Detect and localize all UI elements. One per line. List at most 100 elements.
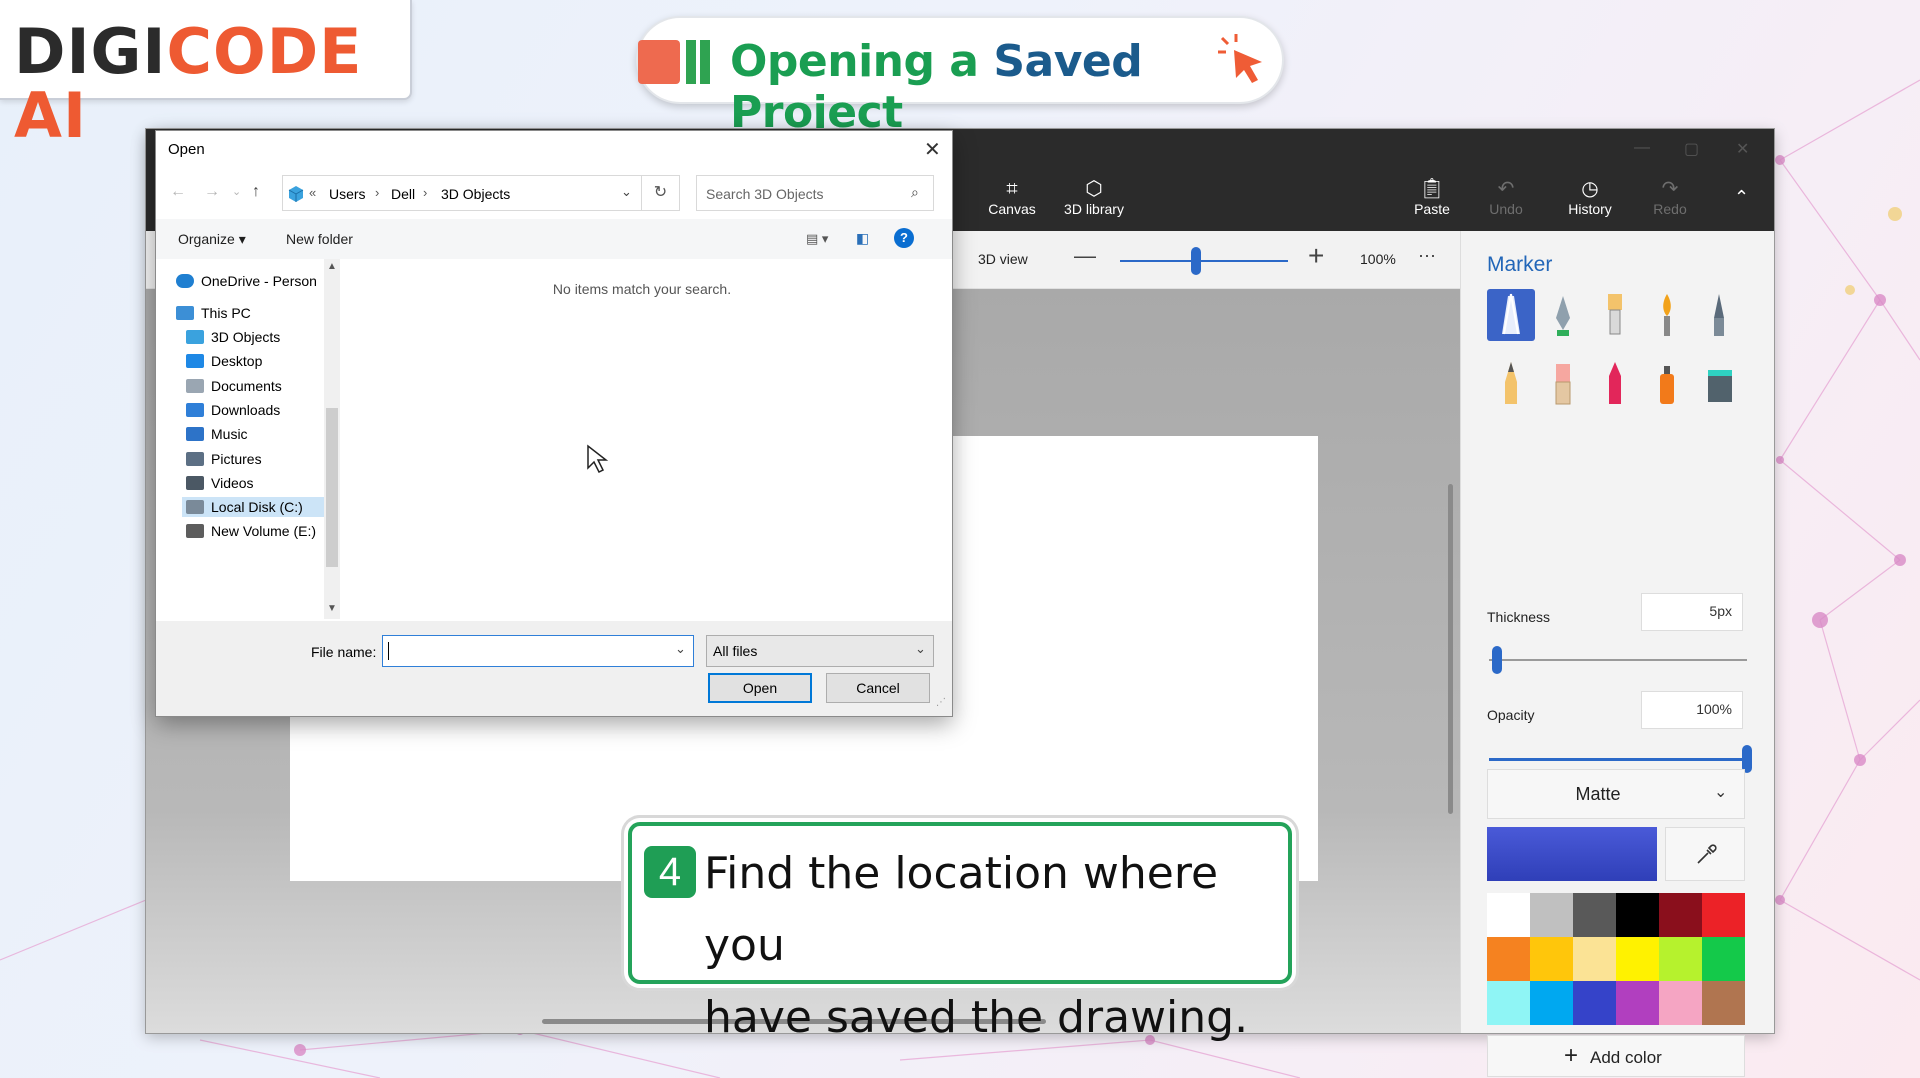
palette-swatch[interactable] <box>1573 893 1616 937</box>
palette-swatch[interactable] <box>1659 937 1702 981</box>
undo-button[interactable]: ↶ Undo <box>1482 177 1530 217</box>
file-name-input[interactable]: ⌄ <box>382 635 694 667</box>
crop-icon: ⌗ <box>1006 178 1018 200</box>
nav-item-3d-objects[interactable]: 3D Objects <box>182 327 324 347</box>
back-arrow-icon[interactable]: ← <box>170 183 186 201</box>
chevron-down-icon[interactable]: ⌄ <box>621 184 632 200</box>
thickness-slider-thumb[interactable] <box>1491 646 1502 674</box>
tool-calligraphy-pen[interactable] <box>1539 289 1587 341</box>
palette-swatch[interactable] <box>1616 937 1659 981</box>
palette-swatch[interactable] <box>1573 937 1616 981</box>
zoom-slider-thumb[interactable] <box>1190 247 1201 275</box>
collapse-ribbon-icon[interactable]: ⌃ <box>1734 187 1749 208</box>
vertical-scrollbar[interactable] <box>1448 484 1453 814</box>
add-color-button[interactable]: + Add color <box>1487 1035 1745 1077</box>
search-placeholder: Search 3D Objects <box>706 186 824 202</box>
palette-swatch[interactable] <box>1616 893 1659 937</box>
thickness-slider-track[interactable] <box>1489 659 1747 661</box>
tool-fill-bucket[interactable] <box>1695 357 1743 409</box>
maximize-icon[interactable]: ▢ <box>1684 139 1699 159</box>
finish-dropdown[interactable]: Matte ⌄ <box>1487 769 1745 819</box>
breadcrumb-overflow[interactable]: « <box>309 185 316 200</box>
selected-color-swatch[interactable] <box>1487 827 1657 881</box>
address-bar[interactable]: « Users › Dell › 3D Objects ⌄ <box>282 175 642 211</box>
tool-marker[interactable] <box>1487 289 1535 341</box>
up-arrow-icon[interactable]: ↑ <box>252 183 260 201</box>
file-type-filter[interactable]: All files ⌄ <box>706 635 934 667</box>
history-button[interactable]: ◷ History <box>1562 177 1618 217</box>
tool-crayon[interactable] <box>1591 357 1639 409</box>
palette-swatch[interactable] <box>1702 893 1745 937</box>
nav-item-local-disk-c[interactable]: Local Disk (C:) <box>182 497 324 517</box>
3d-library-button[interactable]: ⬡ 3D library <box>1058 177 1130 217</box>
tool-oil-brush[interactable] <box>1591 289 1639 341</box>
canvas-button[interactable]: ⌗ Canvas <box>982 177 1042 217</box>
breadcrumb-dell[interactable]: Dell <box>391 186 415 202</box>
breadcrumb-users[interactable]: Users <box>329 186 366 202</box>
nav-scroll-thumb[interactable] <box>326 408 338 567</box>
zoom-out-icon[interactable]: — <box>1074 243 1096 269</box>
window-close-icon[interactable]: ✕ <box>1736 139 1749 159</box>
forward-arrow-icon[interactable]: → <box>204 183 220 201</box>
more-options-icon[interactable]: ··· <box>1418 245 1436 266</box>
palette-swatch[interactable] <box>1487 937 1530 981</box>
palette-swatch[interactable] <box>1616 981 1659 1025</box>
open-button[interactable]: Open <box>708 673 812 703</box>
new-folder-button[interactable]: New folder <box>286 231 353 247</box>
nav-item-label: 3D Objects <box>211 329 281 345</box>
palette-swatch[interactable] <box>1702 981 1745 1025</box>
paste-button[interactable]: 📋︎ Paste <box>1408 177 1456 217</box>
zoom-slider-track[interactable] <box>1120 260 1288 262</box>
nav-item-this-pc[interactable]: This PC <box>172 303 324 323</box>
zoom-in-icon[interactable]: + <box>1308 241 1324 271</box>
palette-swatch[interactable] <box>1659 893 1702 937</box>
help-icon[interactable]: ? <box>894 228 914 248</box>
palette-swatch[interactable] <box>1530 893 1573 937</box>
nav-item-desktop[interactable]: Desktop <box>182 351 324 371</box>
tool-watercolor[interactable] <box>1643 289 1691 341</box>
eyedropper-button[interactable] <box>1665 827 1745 881</box>
nav-item-videos[interactable]: Videos <box>182 473 324 493</box>
nav-item-new-volume-e[interactable]: New Volume (E:) <box>182 521 324 541</box>
nav-item-music[interactable]: Music <box>182 424 324 444</box>
palette-swatch[interactable] <box>1487 981 1530 1025</box>
nav-item-pictures[interactable]: Pictures <box>182 449 324 469</box>
undo-icon: ↶ <box>1497 178 1515 200</box>
thickness-input[interactable]: 5px <box>1641 593 1743 631</box>
3d-view-toggle[interactable]: 3D view <box>978 251 1028 267</box>
scroll-up-icon[interactable]: ▲ <box>327 261 337 272</box>
file-list[interactable]: No items match your search. <box>342 259 952 619</box>
palette-swatch[interactable] <box>1659 981 1702 1025</box>
refresh-icon[interactable]: ↻ <box>642 175 680 211</box>
opacity-input[interactable]: 100% <box>1641 691 1743 729</box>
chevron-down-icon[interactable]: ⌄ <box>675 641 686 657</box>
redo-button[interactable]: ↷ Redo <box>1646 177 1694 217</box>
tool-spray-can[interactable] <box>1643 357 1691 409</box>
tool-eraser[interactable] <box>1539 357 1587 409</box>
palette-swatch[interactable] <box>1702 937 1745 981</box>
opacity-slider-track[interactable] <box>1489 758 1747 761</box>
breadcrumb-3d-objects[interactable]: 3D Objects <box>441 186 510 202</box>
search-input[interactable]: Search 3D Objects ⌕ <box>696 175 934 211</box>
palette-swatch[interactable] <box>1487 893 1530 937</box>
step-text-line1: Find the location where you <box>704 848 1219 971</box>
view-options-icon[interactable]: ▤ ▾ <box>806 231 828 247</box>
recent-locations-icon[interactable]: ⌄ <box>232 185 241 198</box>
tool-pixel-pen[interactable] <box>1695 289 1743 341</box>
palette-swatch[interactable] <box>1530 981 1573 1025</box>
preview-pane-icon[interactable]: ◧ <box>856 230 869 247</box>
minimize-icon[interactable]: — <box>1634 139 1650 157</box>
nav-item-downloads[interactable]: Downloads <box>182 400 324 420</box>
organize-menu[interactable]: Organize ▾ <box>178 231 246 248</box>
palette-swatch[interactable] <box>1573 981 1616 1025</box>
tool-pencil[interactable] <box>1487 357 1535 409</box>
close-icon[interactable]: ✕ <box>924 137 941 162</box>
resize-grip-icon[interactable]: ⋰ <box>936 697 946 708</box>
palette-swatch[interactable] <box>1530 937 1573 981</box>
scroll-down-icon[interactable]: ▼ <box>327 603 337 614</box>
nav-item-onedrive-person[interactable]: OneDrive - Person <box>172 271 324 291</box>
disk-icon <box>186 500 204 514</box>
marker-icon <box>1502 293 1520 335</box>
cancel-button[interactable]: Cancel <box>826 673 930 703</box>
nav-item-documents[interactable]: Documents <box>182 376 324 396</box>
